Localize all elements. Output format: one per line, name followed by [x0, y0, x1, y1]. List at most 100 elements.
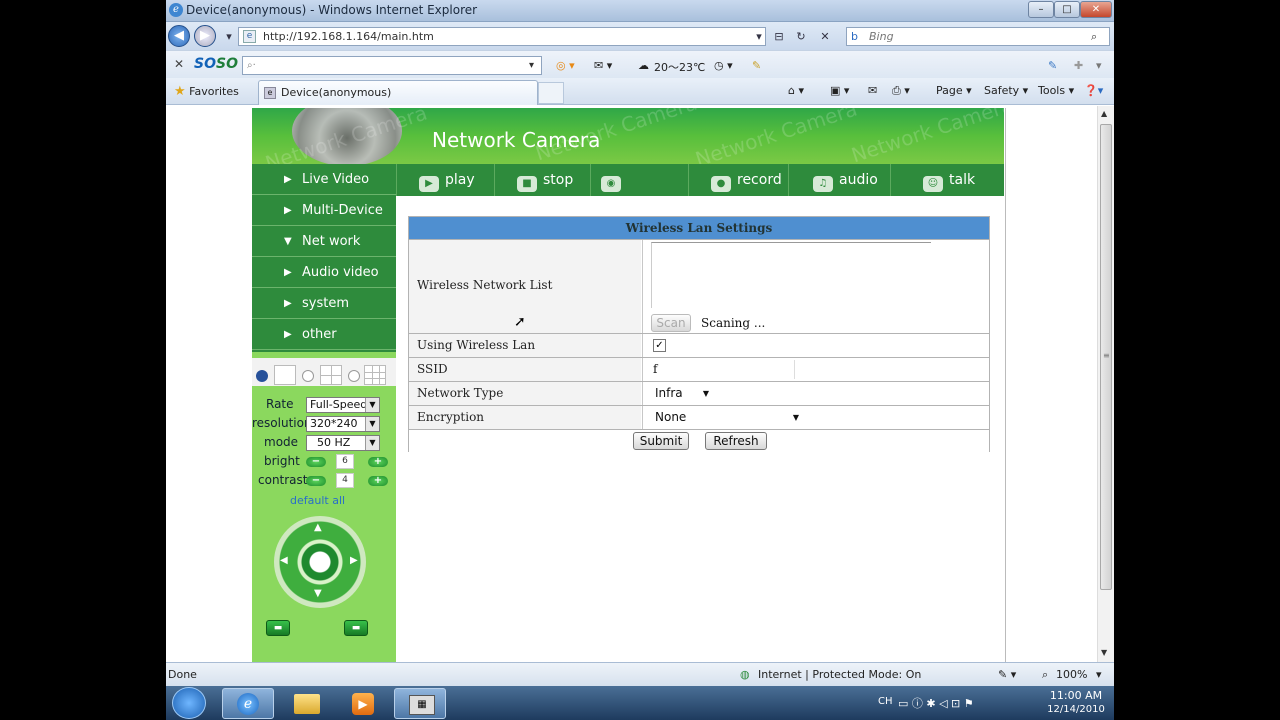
soso-search-input[interactable]: ⌕· ▾ [242, 56, 542, 75]
layout-nine-icon[interactable] [364, 365, 386, 385]
clock-date[interactable]: 12/14/2010 [1046, 704, 1106, 715]
options-icon[interactable]: ▾ [1096, 59, 1102, 72]
encryption-select[interactable]: None ▼ [649, 409, 799, 426]
talk-button[interactable]: ☺ talk [890, 164, 1004, 196]
mode-select[interactable]: 50 HZ ▼ [306, 435, 380, 451]
toolbar-tool-icon[interactable]: ✎ [1048, 59, 1057, 72]
encryption-label: Encryption [409, 406, 641, 429]
preset-right-button[interactable]: ▬ [344, 620, 368, 636]
menu-network[interactable]: ▼ Net work [252, 226, 396, 257]
network-type-select[interactable]: Infra ▼ [649, 385, 709, 402]
default-all-link[interactable]: default all [290, 494, 345, 507]
feeds-icon[interactable]: ▣ ▾ [830, 84, 849, 97]
ptz-right-icon[interactable]: ▶ [350, 555, 358, 566]
toolbar-close-icon[interactable]: ✕ [174, 57, 184, 71]
contrast-minus-button[interactable]: − [306, 476, 326, 486]
ptz-down-icon[interactable]: ▼ [314, 588, 322, 599]
weather-text[interactable]: 20～23℃ [654, 59, 705, 75]
menu-live-video[interactable]: ▶ Live Video [252, 164, 396, 195]
ssid-input[interactable]: f [649, 360, 795, 379]
record-button[interactable]: ● record [688, 164, 788, 196]
play-button[interactable]: ▶ play [396, 164, 494, 196]
menu-label: Multi-Device [302, 203, 383, 218]
ptz-dpad[interactable]: ▲ ▼ ◀ ▶ [274, 516, 366, 608]
chevron-down-icon: ▼ [792, 413, 799, 422]
taskbar-explorer-button[interactable] [280, 688, 332, 719]
protected-mode-icon[interactable]: ✎ ▾ [998, 668, 1016, 681]
taskbar-media-button[interactable]: ▶ [336, 688, 388, 719]
menu-system[interactable]: ▶ system [252, 288, 396, 319]
refresh-button[interactable]: Refresh [705, 432, 767, 450]
address-dropdown-icon[interactable]: ▾ [750, 28, 768, 45]
menu-audio-video[interactable]: ▶ Audio video [252, 257, 396, 288]
help-icon[interactable]: ❓▾ [1084, 84, 1103, 97]
mail-icon[interactable]: ✉ ▾ [594, 59, 612, 72]
scroll-down-icon[interactable]: ▼ [1101, 648, 1107, 657]
using-wireless-checkbox[interactable]: ✓ [653, 339, 666, 352]
radio-layout-4[interactable] [302, 370, 314, 382]
soso-dropdown-icon[interactable]: ▾ [529, 57, 534, 74]
camera-page: Network Camera Network Camera Network Ca… [252, 108, 1006, 662]
layout-single-icon[interactable] [274, 365, 296, 385]
resolution-select[interactable]: 320*240 ▼ [306, 416, 380, 432]
language-indicator[interactable]: CH [878, 696, 893, 707]
print-icon[interactable]: ⎙ ▾ [892, 84, 910, 98]
zoom-dropdown-icon[interactable]: ▾ [1096, 668, 1102, 681]
bing-search-input[interactable]: b Bing ⌕ [846, 27, 1110, 46]
layout-quad-icon[interactable] [320, 365, 342, 385]
home-icon[interactable]: ⌂ ▾ [788, 84, 804, 97]
preset-left-button[interactable]: ▬ [266, 620, 290, 636]
stop-button[interactable]: ■ stop [494, 164, 590, 196]
compatibility-icon[interactable]: ⊟ [770, 28, 788, 45]
network-listbox[interactable] [651, 242, 931, 308]
start-button[interactable] [172, 687, 206, 719]
tools-menu[interactable]: Tools ▾ [1038, 84, 1074, 97]
soso-logo-a: SO [194, 56, 216, 72]
audio-button[interactable]: ♫ audio [788, 164, 890, 196]
menu-other[interactable]: ▶ other [252, 319, 396, 350]
scan-status: Scaning ... [701, 316, 766, 330]
refresh-icon[interactable]: ↻ [792, 28, 810, 45]
maximize-button[interactable]: □ [1054, 1, 1080, 18]
snapshot-button[interactable]: ◉snapshot [590, 164, 688, 220]
safety-menu[interactable]: Safety ▾ [984, 84, 1028, 97]
page-menu[interactable]: Page ▾ [936, 84, 972, 97]
bright-plus-button[interactable]: + [368, 457, 388, 467]
taskbar-app-button[interactable]: ▦ [394, 688, 446, 719]
clock-time[interactable]: 11:00 AM [1046, 689, 1106, 702]
radio-layout-9[interactable] [348, 370, 360, 382]
read-mail-icon[interactable]: ✉ [868, 84, 877, 97]
soso-toolbar: ✕ SOSO ⌕· ▾ ◎ ▾ ✉ ▾ ☁ 20～23℃ ◷ ▾ ✎ ✎ ✚ ▾ [166, 50, 1114, 78]
zoom-level[interactable]: 100% [1056, 668, 1087, 681]
minimize-button[interactable]: – [1028, 1, 1054, 18]
scroll-thumb[interactable]: ≡ [1100, 124, 1112, 590]
ptz-left-icon[interactable]: ◀ [280, 555, 288, 566]
search-icon[interactable]: ⌕ [1091, 28, 1097, 45]
clock-icon[interactable]: ◷ ▾ [714, 59, 733, 72]
back-button[interactable]: ◀ [168, 25, 190, 47]
tray-icons[interactable]: ▭ ⓘ ✱ ◁ ⊡ ⚑ [898, 695, 974, 711]
bright-minus-button[interactable]: − [306, 457, 326, 467]
zone-text[interactable]: Internet | Protected Mode: On [758, 668, 921, 681]
submit-button[interactable]: Submit [633, 432, 689, 450]
radio-layout-1[interactable] [256, 370, 268, 382]
vertical-scrollbar[interactable]: ▲ ≡ ▼ [1097, 106, 1114, 662]
tab-device[interactable]: e Device(anonymous) [258, 80, 538, 105]
stop-icon[interactable]: ✕ [816, 28, 834, 45]
address-input[interactable]: e http://192.168.1.164/main.htm [238, 27, 766, 46]
rate-select[interactable]: Full-Speed ▼ [306, 397, 380, 413]
forward-button[interactable]: ▶ [194, 25, 216, 47]
scan-button[interactable]: Scan [651, 314, 691, 332]
new-tab-button[interactable] [538, 82, 564, 104]
taskbar-ie-button[interactable]: e [222, 688, 274, 719]
favorites-button[interactable]: ★ Favorites [174, 84, 239, 99]
menu-multi-device[interactable]: ▶ Multi-Device [252, 195, 396, 226]
music-icon[interactable]: ◎ ▾ [556, 59, 575, 72]
close-button[interactable]: ✕ [1080, 1, 1112, 18]
scroll-up-icon[interactable]: ▲ [1101, 109, 1107, 118]
recent-pages-dropdown[interactable]: ▾ [220, 28, 238, 45]
ptz-up-icon[interactable]: ▲ [314, 522, 322, 533]
contrast-plus-button[interactable]: + [368, 476, 388, 486]
add-on-icon[interactable]: ✚ [1074, 59, 1083, 72]
pen-icon[interactable]: ✎ [752, 59, 761, 72]
